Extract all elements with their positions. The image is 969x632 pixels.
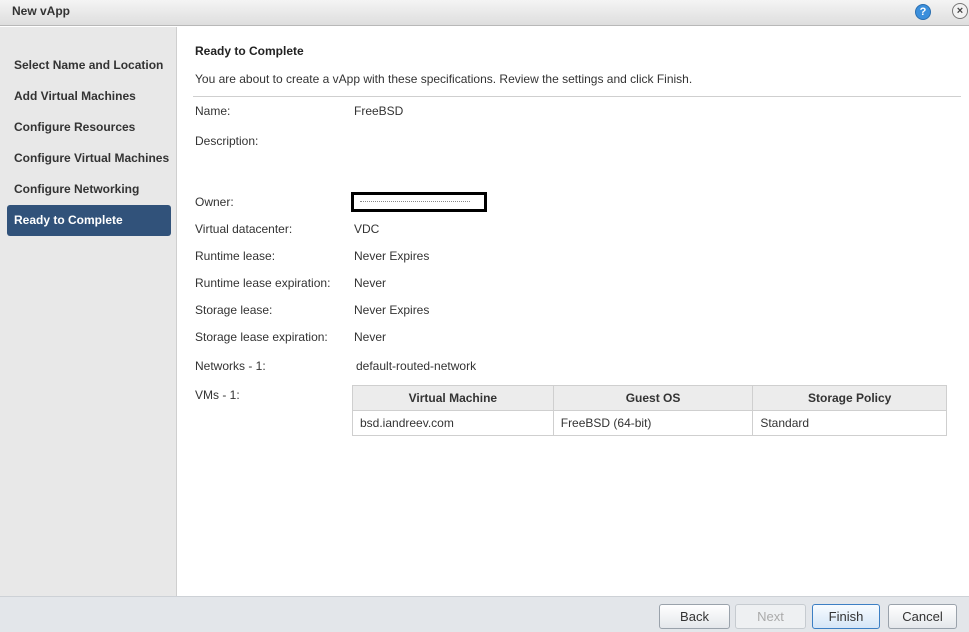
step-configure-resources[interactable]: Configure Resources [7, 112, 171, 143]
networks-label: Networks - 1: [195, 359, 266, 373]
guest-os-cell: FreeBSD (64-bit) [552, 410, 754, 436]
divider [193, 96, 961, 97]
storage-policy-cell: Standard [752, 410, 947, 436]
column-header-storage-policy: Storage Policy [752, 385, 947, 411]
step-add-virtual-machines[interactable]: Add Virtual Machines [7, 81, 171, 112]
window-titlebar: New vApp ? × [0, 0, 969, 26]
networks-value: default-routed-network [356, 359, 477, 373]
runtime-lease-expiration-label: Runtime lease expiration: [195, 276, 331, 290]
vm-table-header: Virtual Machine Guest OS Storage Policy [352, 385, 947, 411]
vm-name-cell: bsd.iandreev.com [352, 410, 554, 436]
runtime-lease-label: Runtime lease: [195, 249, 276, 263]
finish-button[interactable]: Finish [812, 604, 880, 629]
vdc-value: VDC [354, 222, 380, 236]
vm-table: Virtual Machine Guest OS Storage Policy … [352, 385, 947, 436]
column-header-virtual-machine: Virtual Machine [352, 385, 554, 411]
storage-lease-expiration-value: Never [354, 330, 387, 344]
page-title: Ready to Complete [195, 44, 304, 58]
description-label: Description: [195, 134, 259, 148]
step-configure-virtual-machines[interactable]: Configure Virtual Machines [7, 143, 171, 174]
storage-lease-expiration-label: Storage lease expiration: [195, 330, 328, 344]
step-configure-networking[interactable]: Configure Networking [7, 174, 171, 205]
table-row[interactable]: bsd.iandreev.com FreeBSD (64-bit) Standa… [352, 410, 947, 436]
name-label: Name: [195, 104, 231, 118]
step-ready-to-complete[interactable]: Ready to Complete [7, 205, 171, 236]
next-button[interactable]: Next [735, 604, 806, 629]
wizard-footer: Back Next Finish Cancel [0, 596, 969, 632]
wizard-steps-sidebar: Select Name and Location Add Virtual Mac… [0, 27, 177, 596]
close-icon[interactable]: × [952, 3, 968, 19]
owner-label: Owner: [195, 195, 234, 209]
runtime-lease-expiration-value: Never [354, 276, 387, 290]
window-title: New vApp [12, 4, 71, 18]
vms-label: VMs - 1: [195, 388, 240, 402]
owner-value-redacted [351, 192, 487, 212]
help-icon[interactable]: ? [915, 4, 931, 20]
intro-text: You are about to create a vApp with thes… [195, 72, 693, 86]
storage-lease-value: Never Expires [354, 303, 430, 317]
name-value: FreeBSD [354, 104, 404, 118]
cancel-button[interactable]: Cancel [888, 604, 957, 629]
step-select-name-location[interactable]: Select Name and Location [7, 50, 171, 81]
vdc-label: Virtual datacenter: [195, 222, 293, 236]
back-button[interactable]: Back [659, 604, 730, 629]
storage-lease-label: Storage lease: [195, 303, 273, 317]
wizard-content: Ready to Complete You are about to creat… [178, 27, 969, 596]
runtime-lease-value: Never Expires [354, 249, 430, 263]
column-header-guest-os: Guest OS [552, 385, 754, 411]
